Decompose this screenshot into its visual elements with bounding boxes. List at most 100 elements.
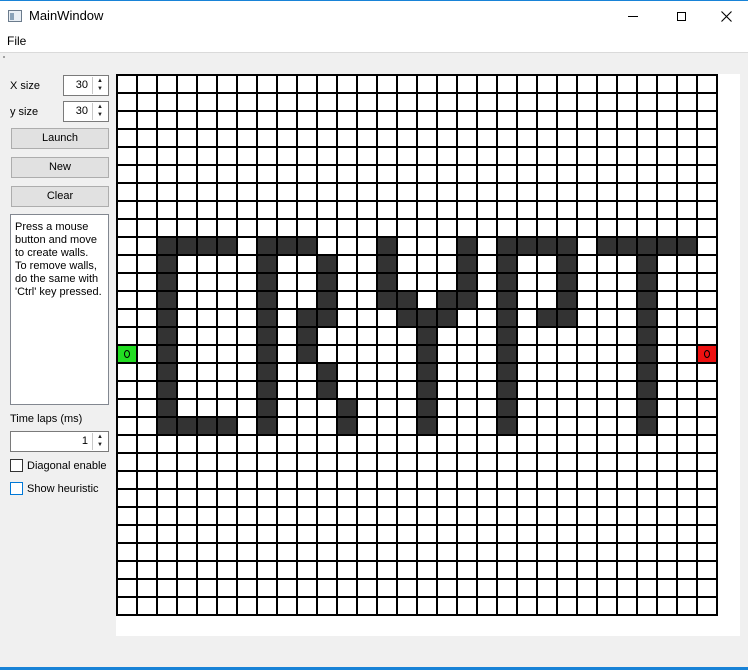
grid-cell[interactable]: [338, 202, 358, 220]
grid-cell[interactable]: [518, 436, 538, 454]
grid-cell[interactable]: [158, 76, 178, 94]
spin-up-icon[interactable]: ▲: [93, 103, 107, 111]
grid-cell[interactable]: [458, 130, 478, 148]
grid-cell[interactable]: [418, 184, 438, 202]
grid-cell[interactable]: [678, 472, 698, 490]
grid-cell[interactable]: [678, 166, 698, 184]
grid-cell[interactable]: [138, 274, 158, 292]
grid-cell[interactable]: [378, 328, 398, 346]
grid-cell[interactable]: [698, 148, 718, 166]
heuristic-checkbox[interactable]: [10, 482, 23, 495]
grid-cell[interactable]: [698, 364, 718, 382]
grid-cell[interactable]: [518, 382, 538, 400]
grid-cell[interactable]: [238, 526, 258, 544]
grid-cell[interactable]: [318, 472, 338, 490]
grid-cell[interactable]: [618, 292, 638, 310]
grid-cell[interactable]: [378, 580, 398, 598]
grid-cell[interactable]: [538, 76, 558, 94]
grid-cell[interactable]: [438, 94, 458, 112]
grid-cell[interactable]: [238, 76, 258, 94]
grid-cell[interactable]: [118, 292, 138, 310]
grid-cell[interactable]: [378, 472, 398, 490]
grid-cell[interactable]: [698, 508, 718, 526]
grid-cell[interactable]: [698, 562, 718, 580]
grid-cell[interactable]: [298, 544, 318, 562]
grid-cell[interactable]: [458, 310, 478, 328]
grid-cell[interactable]: [298, 418, 318, 436]
grid-cell[interactable]: [258, 580, 278, 598]
grid-cell[interactable]: [198, 346, 218, 364]
grid-cell[interactable]: [438, 400, 458, 418]
grid-cell[interactable]: [338, 526, 358, 544]
grid-cell[interactable]: [498, 148, 518, 166]
grid-cell[interactable]: [178, 598, 198, 616]
grid-cell[interactable]: [678, 94, 698, 112]
grid-cell[interactable]: [398, 256, 418, 274]
grid-cell[interactable]: [458, 562, 478, 580]
grid-cell[interactable]: [578, 328, 598, 346]
grid-cell[interactable]: [538, 184, 558, 202]
grid-cell[interactable]: [238, 184, 258, 202]
grid-cell[interactable]: [178, 382, 198, 400]
grid-cell[interactable]: [678, 598, 698, 616]
grid-cell[interactable]: [338, 130, 358, 148]
grid-cell[interactable]: [478, 184, 498, 202]
grid-cell[interactable]: [438, 490, 458, 508]
grid-cell[interactable]: [258, 112, 278, 130]
wall-cell[interactable]: [638, 292, 658, 310]
grid-cell[interactable]: [618, 76, 638, 94]
grid-cell[interactable]: [478, 382, 498, 400]
new-button[interactable]: New: [11, 157, 109, 178]
grid-cell[interactable]: [258, 490, 278, 508]
grid-cell[interactable]: [218, 580, 238, 598]
grid-cell[interactable]: [118, 526, 138, 544]
grid-cell[interactable]: [618, 256, 638, 274]
grid-cell[interactable]: [138, 346, 158, 364]
grid-cell[interactable]: [158, 184, 178, 202]
grid-cell[interactable]: [338, 256, 358, 274]
grid-cell[interactable]: [598, 220, 618, 238]
grid-cell[interactable]: [518, 508, 538, 526]
grid-cell[interactable]: [458, 94, 478, 112]
grid-cell[interactable]: [258, 94, 278, 112]
grid-cell[interactable]: [658, 562, 678, 580]
grid-cell[interactable]: [598, 292, 618, 310]
grid-cell[interactable]: [278, 562, 298, 580]
grid-cell[interactable]: [558, 508, 578, 526]
grid-cell[interactable]: [318, 166, 338, 184]
grid-cell[interactable]: [318, 508, 338, 526]
grid-cell[interactable]: [498, 220, 518, 238]
grid-cell[interactable]: [338, 562, 358, 580]
wall-cell[interactable]: [378, 274, 398, 292]
grid-cell[interactable]: [538, 508, 558, 526]
grid-cell[interactable]: [218, 94, 238, 112]
grid-cell[interactable]: [358, 436, 378, 454]
grid-cell[interactable]: [638, 76, 658, 94]
grid-cell[interactable]: [438, 598, 458, 616]
grid-cell[interactable]: [518, 310, 538, 328]
grid-cell[interactable]: [538, 490, 558, 508]
grid-cell[interactable]: [518, 112, 538, 130]
grid-cell[interactable]: [658, 598, 678, 616]
grid-cell[interactable]: [538, 130, 558, 148]
grid-cell[interactable]: [538, 220, 558, 238]
grid-cell[interactable]: [418, 598, 438, 616]
grid-cell[interactable]: [598, 562, 618, 580]
grid-cell[interactable]: [538, 202, 558, 220]
grid-cell[interactable]: [258, 472, 278, 490]
grid-cell[interactable]: [558, 364, 578, 382]
grid-cell[interactable]: [578, 256, 598, 274]
grid-cell[interactable]: [458, 418, 478, 436]
grid-cell[interactable]: [618, 310, 638, 328]
wall-cell[interactable]: [438, 292, 458, 310]
spin-up-icon[interactable]: ▲: [93, 433, 107, 441]
grid-cell[interactable]: [338, 472, 358, 490]
grid-cell[interactable]: [218, 76, 238, 94]
grid-cell[interactable]: [578, 220, 598, 238]
grid-cell[interactable]: [518, 562, 538, 580]
grid-cell[interactable]: [398, 112, 418, 130]
grid-cell[interactable]: [278, 364, 298, 382]
grid-cell[interactable]: [538, 328, 558, 346]
maze-canvas[interactable]: [116, 74, 740, 636]
grid-cell[interactable]: [138, 544, 158, 562]
